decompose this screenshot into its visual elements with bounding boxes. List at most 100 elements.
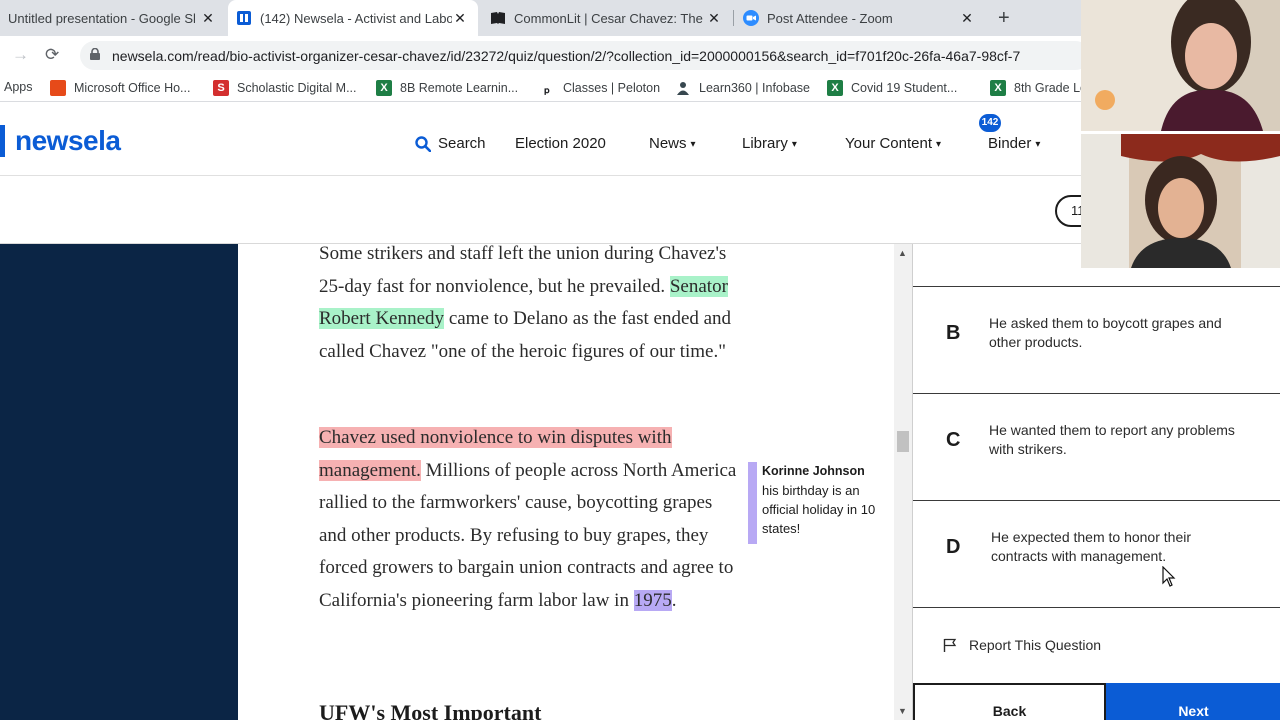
next-button[interactable]: Next xyxy=(1106,683,1280,720)
nav-library[interactable]: Library ▾ xyxy=(742,135,797,152)
back-button[interactable]: Back xyxy=(913,683,1106,720)
option-text: He asked them to boycott grapes and othe… xyxy=(989,315,1222,350)
bookmark-label: Microsoft Office Ho... xyxy=(74,81,191,95)
report-question-link[interactable]: Report This Question xyxy=(943,637,1101,653)
bookmark-label: 8th Grade Le xyxy=(1014,81,1087,95)
nav-news-label: News xyxy=(649,135,687,152)
newsela-favicon-icon xyxy=(236,10,252,26)
tab-commonlit[interactable]: CommonLit | Cesar Chavez: The P ✕ xyxy=(482,0,732,36)
tab-newsela[interactable]: (142) Newsela - Activist and Labo ✕ xyxy=(228,0,478,36)
tab-title: CommonLit | Cesar Chavez: The P xyxy=(514,10,706,26)
binder-count-badge: 142 xyxy=(979,114,1001,132)
article-paragraph: Some strikers and staff left the union d… xyxy=(319,244,744,368)
tab-zoom[interactable]: Post Attendee - Zoom ✕ xyxy=(735,0,985,36)
paragraph-text: Some strikers and staff left the union d… xyxy=(319,244,727,297)
bookmark-label: Scholastic Digital M... xyxy=(237,81,357,95)
peloton-icon: ₚ xyxy=(544,79,550,96)
divider xyxy=(913,607,1280,608)
scholastic-icon: S xyxy=(213,80,229,96)
mouse-cursor-icon xyxy=(1162,565,1176,593)
nav-your-content[interactable]: Your Content ▾ xyxy=(845,135,941,152)
report-label: Report This Question xyxy=(969,637,1102,653)
paragraph-text: . xyxy=(671,589,677,611)
reload-icon[interactable]: ⟳ xyxy=(45,44,59,66)
left-panel xyxy=(0,244,238,720)
url-field[interactable]: newsela.com/read/bio-activist-organizer-… xyxy=(80,41,1090,70)
new-tab-icon[interactable]: + xyxy=(998,8,1010,28)
video-tile-participant-2 xyxy=(1081,134,1280,268)
bookmark-label: Covid 19 Student... xyxy=(851,81,958,95)
nav-library-label: Library xyxy=(742,135,788,152)
section-heading: UFW's Most Important xyxy=(319,700,542,720)
excel-icon: X xyxy=(827,80,843,96)
quiz-panel: B He asked them to boycott grapes and ot… xyxy=(912,244,1280,720)
back-arrow-icon[interactable]: → xyxy=(12,44,29,66)
divider xyxy=(913,393,1280,394)
highlight-purple[interactable]: 1975 xyxy=(633,589,672,611)
book-icon xyxy=(490,10,506,26)
tab-separator xyxy=(733,10,734,26)
zoom-icon xyxy=(743,10,759,26)
chevron-down-icon: ▾ xyxy=(791,139,797,150)
chevron-down-icon: ▾ xyxy=(690,139,696,150)
bookmark-microsoft-office[interactable]: Microsoft Office Ho... xyxy=(50,80,190,96)
nav-news[interactable]: News ▾ xyxy=(649,135,696,152)
nav-search-label: Search xyxy=(438,135,486,152)
chevron-down-icon: ▾ xyxy=(1035,139,1041,150)
annotation-note[interactable]: Korinne Johnson his birthday is an offic… xyxy=(762,462,892,538)
logo-accent-bar xyxy=(0,125,5,157)
search-icon xyxy=(415,135,431,152)
excel-icon: X xyxy=(990,80,1006,96)
participant-video-image xyxy=(1081,134,1280,268)
nav-search[interactable]: Search xyxy=(415,135,486,152)
url-text: newsela.com/read/bio-activist-organizer-… xyxy=(112,47,1021,64)
bookmark-8b-remote[interactable]: X 8B Remote Learnin... xyxy=(376,80,518,96)
tab-title: Untitled presentation - Google Sl xyxy=(8,10,196,26)
annotation-text: his birthday is an official holiday in 1… xyxy=(762,483,876,536)
bookmark-peloton[interactable]: ₚ Classes | Peloton xyxy=(539,80,660,96)
learn360-icon xyxy=(675,80,691,96)
bookmark-8th-grade[interactable]: X 8th Grade Le xyxy=(990,80,1087,96)
paragraph-text: Millions of people across North America … xyxy=(319,459,737,611)
bookmark-label: Classes | Peloton xyxy=(563,81,661,95)
tab-google-slides[interactable]: Untitled presentation - Google Sl ✕ xyxy=(0,0,226,36)
participant-video-image xyxy=(1081,0,1280,131)
scroll-up-icon[interactable]: ▲ xyxy=(898,248,907,258)
excel-icon: X xyxy=(376,80,392,96)
lock-icon xyxy=(90,47,100,65)
bookmark-covid-student[interactable]: X Covid 19 Student... xyxy=(827,80,957,96)
bookmark-apps[interactable]: Apps xyxy=(4,80,33,94)
nav-election-2020[interactable]: Election 2020 xyxy=(515,135,606,152)
option-text: He wanted them to report any problems wi… xyxy=(989,422,1235,457)
article-scrollbar[interactable]: ▲ ▼ xyxy=(894,244,912,720)
divider xyxy=(913,286,1280,287)
flag-icon xyxy=(943,638,957,652)
annotation-author: Korinne Johnson xyxy=(762,464,865,478)
newsela-logo[interactable]: newsela xyxy=(15,125,121,157)
close-icon[interactable]: ✕ xyxy=(200,10,216,27)
close-icon[interactable]: ✕ xyxy=(452,10,468,27)
option-letter: B xyxy=(946,322,961,344)
article-body: Some strikers and staff left the union d… xyxy=(238,244,894,720)
annotation-marker xyxy=(748,462,757,544)
option-letter: C xyxy=(946,429,961,451)
bookmark-scholastic[interactable]: S Scholastic Digital M... xyxy=(213,80,356,96)
close-icon[interactable]: ✕ xyxy=(959,10,975,27)
scrollbar-thumb[interactable] xyxy=(897,431,909,452)
divider xyxy=(913,500,1280,501)
bookmark-label: Learn360 | Infobase xyxy=(699,81,810,95)
video-tile-participant-1 xyxy=(1081,0,1280,131)
nav-your-content-label: Your Content xyxy=(845,135,933,152)
nav-binder[interactable]: Binder ▾ xyxy=(988,135,1040,152)
office-icon xyxy=(50,80,66,96)
tab-title: Post Attendee - Zoom xyxy=(767,10,893,26)
bookmark-learn360[interactable]: Learn360 | Infobase xyxy=(675,80,810,96)
article-paragraph: Chavez used nonviolence to win disputes … xyxy=(319,422,744,617)
option-text: He expected them to honor their contract… xyxy=(991,529,1192,564)
scroll-down-icon[interactable]: ▼ xyxy=(898,706,907,716)
option-letter: D xyxy=(946,536,961,558)
chevron-down-icon: ▾ xyxy=(936,139,942,150)
close-icon[interactable]: ✕ xyxy=(706,10,722,27)
bookmark-label: Apps xyxy=(4,80,33,94)
bookmark-label: 8B Remote Learnin... xyxy=(400,81,519,95)
